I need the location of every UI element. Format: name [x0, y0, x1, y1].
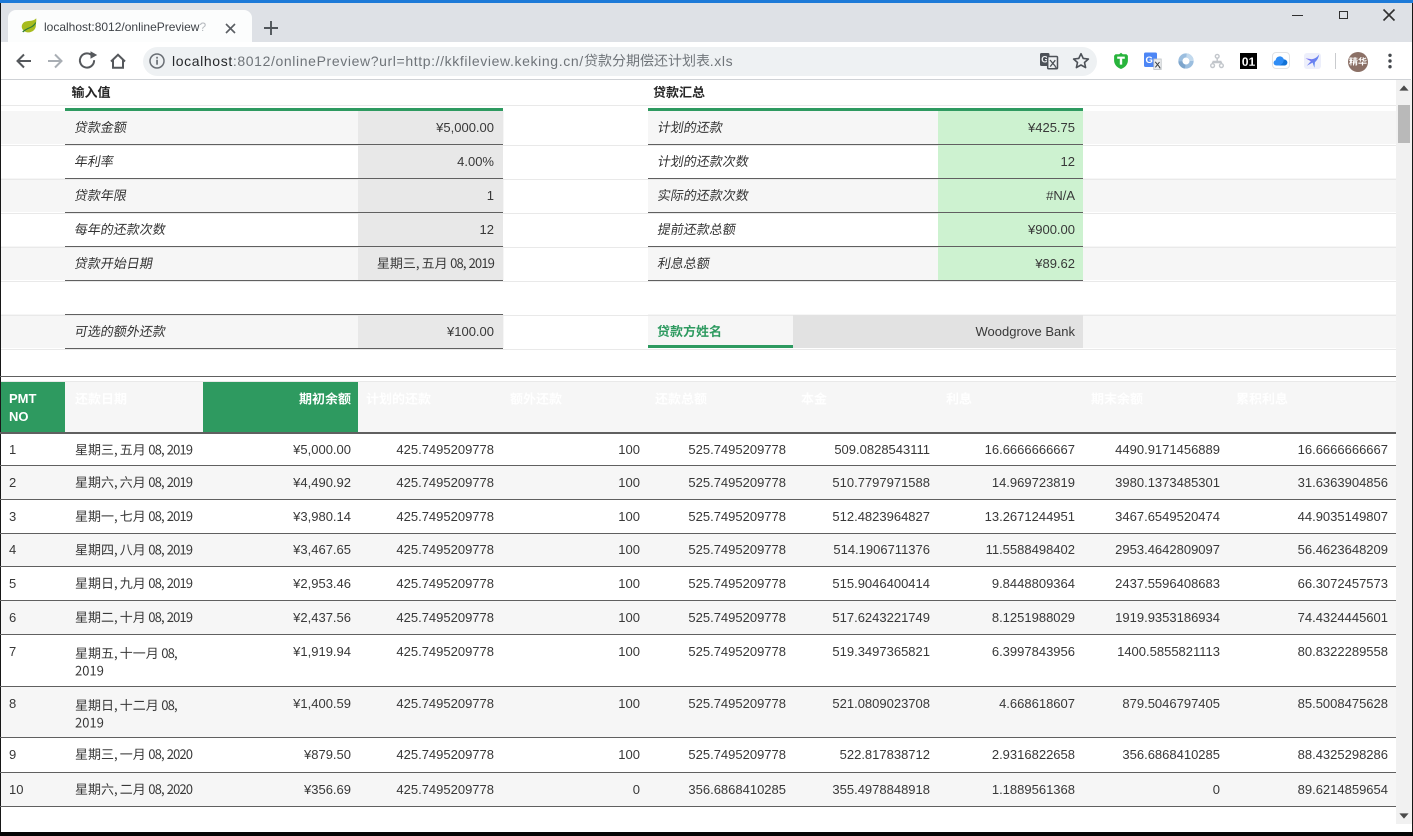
svg-text:G: G: [1146, 55, 1153, 66]
